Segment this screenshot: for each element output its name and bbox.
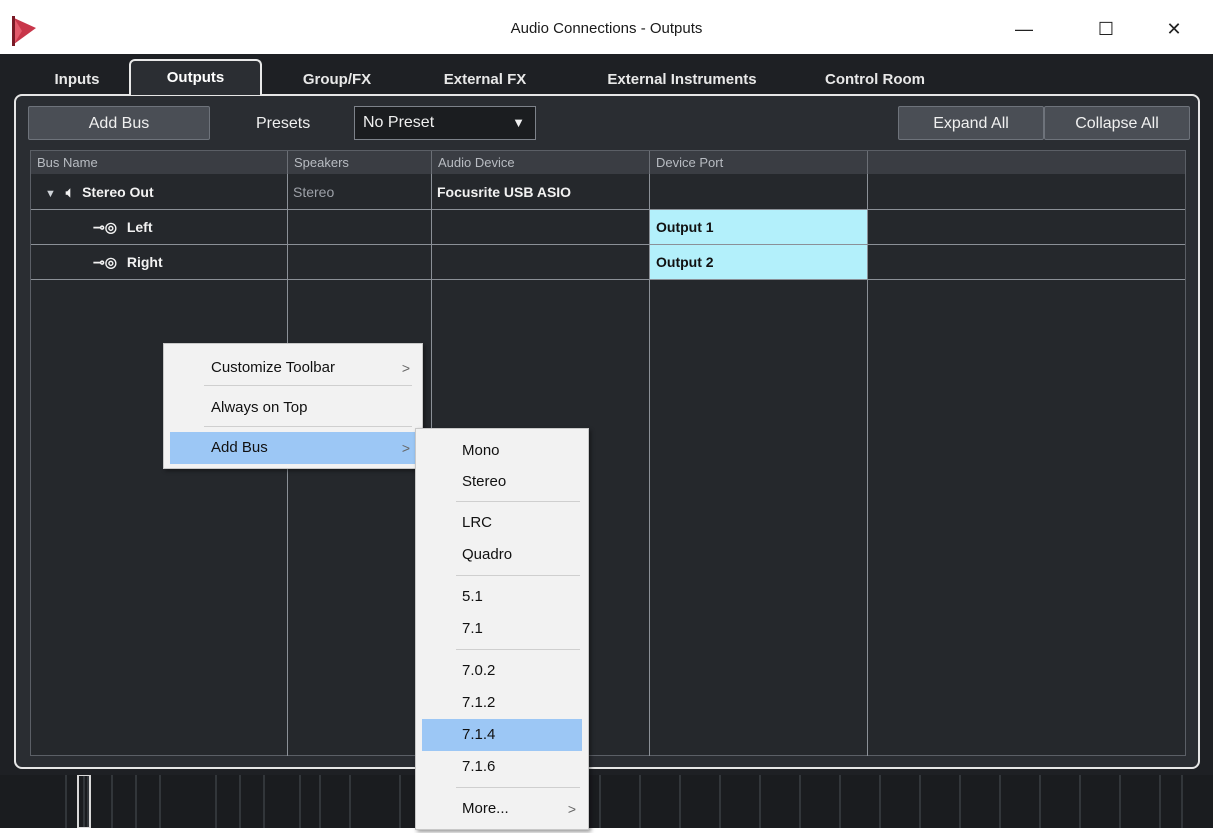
menu-item-label: Customize Toolbar bbox=[211, 359, 335, 376]
submenu-item-7-1-6[interactable]: 7.1.6 bbox=[416, 751, 588, 783]
header-audio-device[interactable]: Audio Device bbox=[432, 151, 650, 174]
tab-outputs[interactable]: Outputs bbox=[129, 59, 262, 95]
title-bar: Audio Connections - Outputs — ☐ ✕ bbox=[0, 0, 1213, 54]
tab-inputs[interactable]: Inputs bbox=[44, 66, 110, 94]
tab-external-fx[interactable]: External FX bbox=[420, 66, 550, 94]
tab-group-fx[interactable]: Group/FX bbox=[282, 66, 392, 94]
submenu-item-7-1-4[interactable]: 7.1.4 bbox=[422, 719, 582, 751]
submenu-item-label: 7.0.2 bbox=[462, 662, 496, 679]
channel-name-cell: ⊸◎ Left bbox=[87, 210, 287, 244]
submenu-item-quadro[interactable]: Quadro bbox=[416, 539, 588, 571]
chevron-right-icon: > bbox=[401, 440, 410, 456]
channel-connector-icon: ⊸◎ bbox=[93, 219, 117, 235]
submenu-item-label: 7.1 bbox=[462, 620, 483, 637]
submenu-item-label: 7.1.4 bbox=[462, 726, 496, 743]
menu-item-label: Add Bus bbox=[211, 439, 268, 456]
submenu-item-label: 7.1.6 bbox=[462, 758, 496, 775]
bus-name: Stereo Out bbox=[82, 184, 154, 200]
device-port-cell[interactable]: Output 1 bbox=[650, 210, 867, 244]
menu-separator bbox=[456, 787, 580, 788]
submenu-item-7-0-2[interactable]: 7.0.2 bbox=[416, 655, 588, 687]
channel-connector-icon: ⊸◎ bbox=[93, 254, 117, 270]
header-bus-name[interactable]: Bus Name bbox=[31, 151, 288, 174]
menu-item-always-on-top[interactable]: Always on Top bbox=[164, 392, 422, 424]
table-row-stereo-out[interactable]: ▼ 🔈︎ Stereo Out Stereo Focusrite USB ASI… bbox=[31, 175, 1185, 210]
tab-external-instruments[interactable]: External Instruments bbox=[582, 66, 782, 94]
menu-separator bbox=[204, 426, 412, 427]
header-speakers[interactable]: Speakers bbox=[288, 151, 432, 174]
device-port-cell[interactable]: Output 2 bbox=[650, 245, 867, 279]
menu-separator bbox=[204, 385, 412, 386]
maximize-button[interactable]: ☐ bbox=[1086, 14, 1126, 44]
submenu-item-stereo[interactable]: Stereo bbox=[416, 466, 588, 498]
submenu-item-7-1-2[interactable]: 7.1.2 bbox=[416, 687, 588, 719]
submenu-item-more[interactable]: More... > bbox=[416, 793, 588, 825]
submenu-item-label: Quadro bbox=[462, 546, 513, 563]
expand-all-button[interactable]: Expand All bbox=[898, 106, 1044, 140]
table-row-right[interactable]: ⊸◎ Right Output 2 bbox=[31, 245, 1185, 280]
close-button[interactable]: ✕ bbox=[1154, 14, 1194, 44]
menu-item-label: Always on Top bbox=[211, 399, 308, 416]
collapse-all-button[interactable]: Collapse All bbox=[1044, 106, 1190, 140]
menu-separator bbox=[456, 575, 580, 576]
submenu-item-label: 7.1.2 bbox=[462, 694, 496, 711]
submenu-item-label: 5.1 bbox=[462, 588, 483, 605]
header-device-port[interactable]: Device Port bbox=[650, 151, 868, 174]
background-lines bbox=[65, 774, 1183, 829]
channel-name-cell: ⊸◎ Right bbox=[87, 245, 287, 279]
channel-name: Right bbox=[126, 254, 163, 270]
submenu-item-label: Mono bbox=[462, 442, 500, 459]
context-menu: Customize Toolbar > Always on Top Add Bu… bbox=[163, 343, 423, 469]
channel-name: Left bbox=[126, 219, 153, 235]
presets-label: Presets bbox=[256, 115, 311, 132]
audio-device-cell[interactable]: Focusrite USB ASIO bbox=[431, 175, 649, 209]
submenu-item-label: LRC bbox=[462, 514, 493, 531]
menu-separator bbox=[456, 649, 580, 650]
submenu-item-7-1[interactable]: 7.1 bbox=[416, 613, 588, 645]
chevron-right-icon: > bbox=[401, 360, 410, 376]
submenu-item-lrc[interactable]: LRC bbox=[416, 507, 588, 539]
background-strip bbox=[0, 774, 1213, 829]
add-bus-submenu: Mono Stereo LRC Quadro 5.1 7.1 7.0.2 7.1… bbox=[415, 428, 589, 830]
preset-select[interactable]: No Preset ▼ bbox=[354, 106, 536, 140]
submenu-item-5-1[interactable]: 5.1 bbox=[416, 581, 588, 613]
speaker-icon: 🔈︎ bbox=[65, 184, 75, 200]
bus-name-cell[interactable]: ▼ 🔈︎ Stereo Out bbox=[39, 175, 287, 209]
expand-triangle-icon[interactable]: ▼ bbox=[45, 188, 56, 200]
submenu-item-label: More... bbox=[462, 800, 509, 817]
menu-separator bbox=[456, 501, 580, 502]
tab-control-room[interactable]: Control Room bbox=[810, 66, 940, 94]
menu-item-customize-toolbar[interactable]: Customize Toolbar > bbox=[164, 352, 422, 384]
submenu-item-label: Stereo bbox=[462, 473, 507, 490]
submenu-item-mono[interactable]: Mono bbox=[416, 435, 588, 467]
minimize-button[interactable]: — bbox=[1004, 14, 1044, 44]
add-bus-button[interactable]: Add Bus bbox=[28, 106, 210, 140]
speakers-cell: Stereo bbox=[293, 184, 335, 200]
table-row-left[interactable]: ⊸◎ Left Output 1 bbox=[31, 210, 1185, 245]
preset-value: No Preset bbox=[363, 114, 435, 131]
header-empty bbox=[868, 151, 1185, 174]
dropdown-arrow-icon: ▼ bbox=[512, 115, 525, 130]
menu-item-add-bus[interactable]: Add Bus > bbox=[170, 432, 416, 464]
chevron-right-icon: > bbox=[567, 801, 576, 817]
